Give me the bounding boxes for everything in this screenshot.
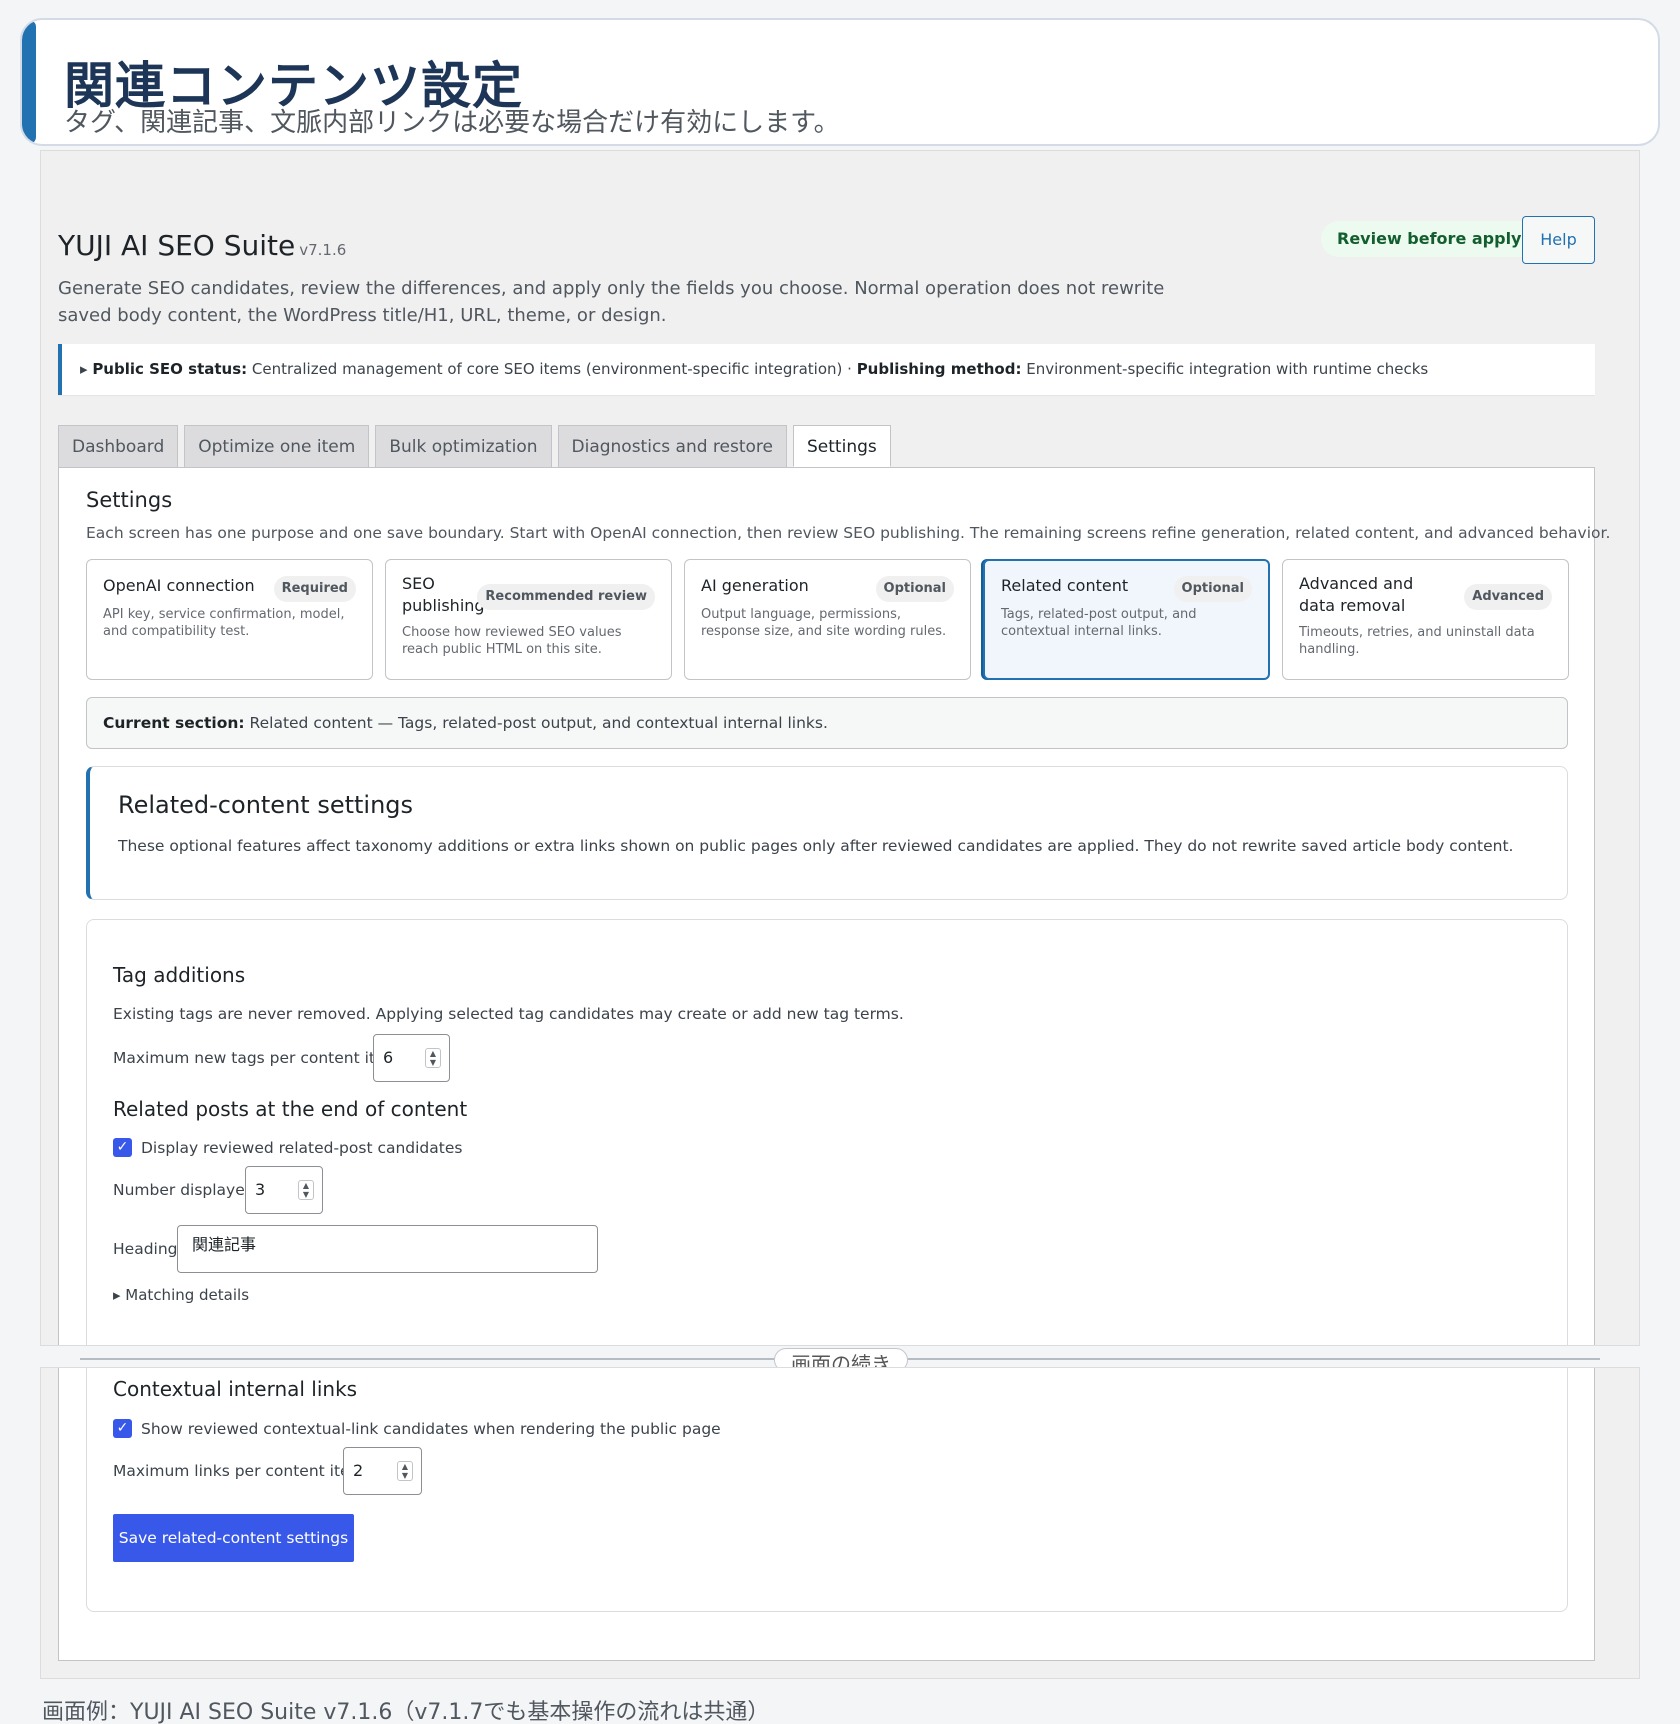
help-button[interactable]: Help	[1522, 216, 1595, 264]
current-section-indicator: Current section: Related content — Tags,…	[86, 697, 1568, 749]
banner-subtitle: タグ、関連記事、文脈内部リンクは必要な場合だけ有効にします。	[64, 108, 840, 138]
card-title: Advanced and data removal	[1299, 574, 1414, 615]
max-new-tags-value: 6	[383, 1048, 394, 1067]
save-related-content-button[interactable]: Save related-content settings	[113, 1514, 354, 1562]
current-section-label: Current section:	[103, 714, 245, 732]
card-ai-generation[interactable]: AI generation Optional Output language, …	[684, 559, 971, 680]
card-description: Choose how reviewed SEO values reach pub…	[402, 625, 622, 657]
spinner-icon[interactable]: ▲ ▼	[397, 1461, 413, 1481]
contextual-links-title: Contextual internal links	[113, 1377, 358, 1401]
card-badge: Optional	[1173, 576, 1252, 602]
related-content-intro: Related-content settings These optional …	[86, 766, 1568, 900]
method-label: Publishing method:	[856, 360, 1022, 378]
card-advanced-and-data-removal[interactable]: Advanced and data removal Advanced Timeo…	[1282, 559, 1569, 680]
tab-diagnostics-and-restore[interactable]: Diagnostics and restore	[557, 425, 788, 467]
tab-dashboard[interactable]: Dashboard	[58, 425, 179, 467]
screenshot-frame-top: YUJI AI SEO Suite v7.1.6 Review before ap…	[40, 150, 1640, 1346]
card-title: AI generation	[701, 576, 809, 595]
nav-tabs: Dashboard Optimize one item Bulk optimiz…	[58, 425, 891, 467]
method-value: Environment-specific integration with ru…	[1026, 360, 1429, 378]
card-title: Related content	[1001, 576, 1129, 595]
related-posts-title: Related posts at the end of content	[113, 1097, 468, 1121]
status-value: Centralized management of core SEO items…	[251, 360, 852, 378]
settings-section-cards: OpenAI connection Required API key, serv…	[86, 559, 1569, 680]
card-badge: Recommended review	[477, 584, 655, 610]
settings-title: Settings	[86, 488, 173, 512]
screenshot-caption: 画面例：YUJI AI SEO Suite v7.1.6（v7.1.7でも基本操…	[42, 1700, 770, 1724]
card-related-content[interactable]: Related content Optional Tags, related-p…	[983, 559, 1270, 680]
card-seo-publishing[interactable]: SEO publishing Recommended review Choose…	[385, 559, 672, 680]
card-badge: Required	[273, 576, 356, 602]
card-description: Output language, permissions, response s…	[701, 607, 947, 639]
max-links-input[interactable]: 2 ▲ ▼	[343, 1447, 422, 1495]
max-links-label: Maximum links per content item	[113, 1462, 365, 1480]
card-description: API key, service confirmation, model, an…	[103, 607, 345, 639]
screenshot-frame-bottom: Contextual internal links ✓ Show reviewe…	[40, 1367, 1640, 1679]
settings-panel: Settings Each screen has one purpose and…	[58, 467, 1610, 1345]
related-content-form-continued: Contextual internal links ✓ Show reviewe…	[86, 1368, 1568, 1612]
banner: 関連コンテンツ設定 タグ、関連記事、文脈内部リンクは必要な場合だけ有効にします。	[20, 18, 1660, 146]
tab-bulk-optimization[interactable]: Bulk optimization	[375, 425, 552, 467]
heading-label: Heading	[113, 1240, 178, 1258]
number-displayed-input[interactable]: 3 ▲ ▼	[245, 1166, 323, 1214]
display-related-posts-label: Display reviewed related-post candidates	[141, 1139, 463, 1157]
number-displayed-value: 3	[255, 1180, 266, 1199]
card-description: Timeouts, retries, and uninstall data ha…	[1299, 625, 1535, 657]
tab-settings[interactable]: Settings	[793, 425, 891, 467]
matching-details-toggle[interactable]: ▸ Matching details	[113, 1286, 249, 1304]
banner-accent-bar	[22, 20, 36, 144]
show-contextual-links-label: Show reviewed contextual-link candidates…	[141, 1420, 721, 1438]
settings-panel-continued: Contextual internal links ✓ Show reviewe…	[58, 1368, 1595, 1661]
app-title: YUJI AI SEO Suite v7.1.6	[58, 229, 346, 262]
app-version: v7.1.6	[299, 241, 347, 259]
card-title: OpenAI connection	[103, 576, 255, 595]
status-label: Public SEO status:	[92, 360, 248, 378]
show-contextual-links-checkbox[interactable]: ✓	[113, 1419, 132, 1438]
app-description: Generate SEO candidates, review the diff…	[58, 278, 1165, 326]
spinner-icon[interactable]: ▲ ▼	[425, 1048, 441, 1068]
max-links-value: 2	[353, 1461, 364, 1480]
max-new-tags-input[interactable]: 6 ▲ ▼	[373, 1034, 450, 1082]
app-name: YUJI AI SEO Suite	[58, 229, 296, 262]
card-badge: Advanced	[1464, 584, 1552, 610]
disclosure-triangle-icon: ▸	[80, 360, 88, 378]
related-content-title: Related-content settings	[118, 791, 414, 819]
settings-description: Each screen has one purpose and one save…	[86, 524, 1611, 542]
seo-status-notice[interactable]: ▸ Public SEO status: Centralized managem…	[58, 344, 1595, 395]
current-section-value: Related content — Tags, related-post out…	[249, 714, 828, 732]
tab-optimize-one-item[interactable]: Optimize one item	[184, 425, 370, 467]
card-openai-connection[interactable]: OpenAI connection Required API key, serv…	[86, 559, 373, 680]
card-badge: Optional	[875, 576, 954, 602]
display-related-posts-checkbox[interactable]: ✓	[113, 1138, 132, 1157]
max-new-tags-label: Maximum new tags per content item	[113, 1049, 400, 1067]
tag-additions-description: Existing tags are never removed. Applyin…	[113, 1005, 904, 1023]
number-displayed-label: Number displayed	[113, 1181, 255, 1199]
related-content-form: Tag additions Existing tags are never re…	[86, 919, 1568, 1345]
spinner-icon[interactable]: ▲ ▼	[298, 1180, 314, 1200]
card-description: Tags, related-post output, and contextua…	[1001, 607, 1197, 639]
tag-additions-title: Tag additions	[113, 963, 246, 987]
heading-input[interactable]: 関連記事	[177, 1225, 598, 1273]
related-content-description: These optional features affect taxonomy …	[118, 837, 1514, 855]
